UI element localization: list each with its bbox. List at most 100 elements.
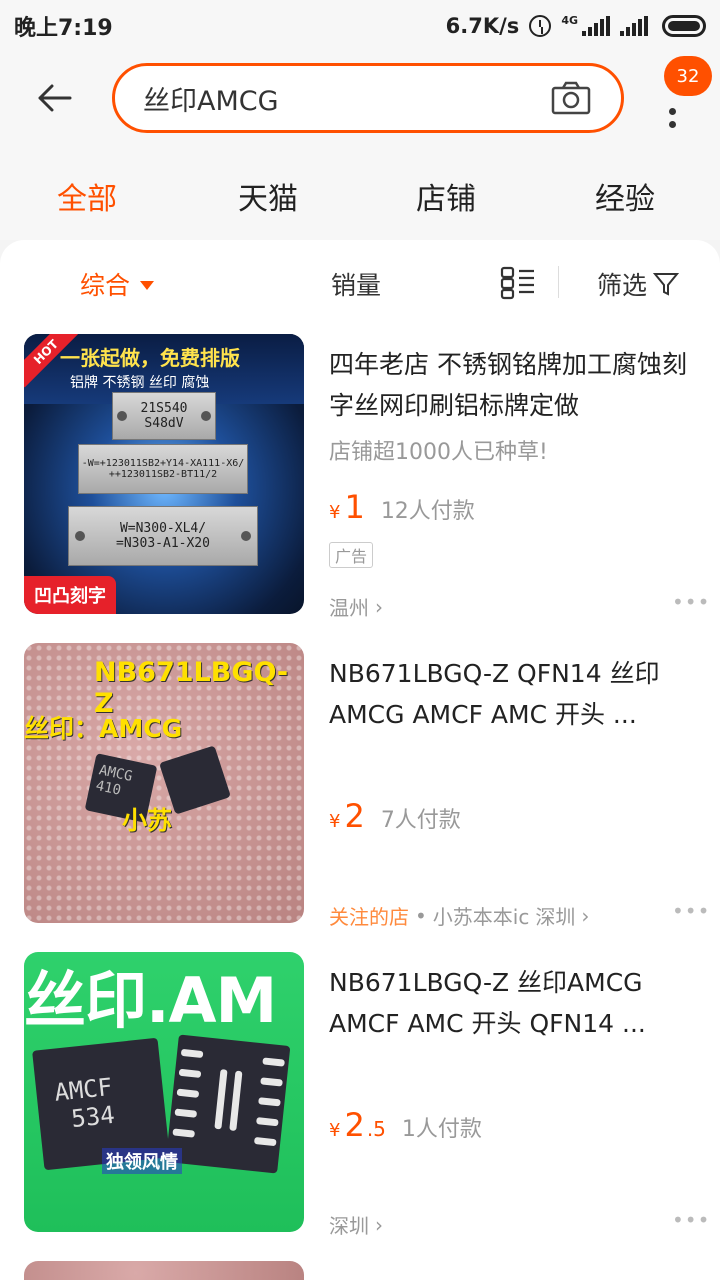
currency-symbol: ¥	[329, 502, 341, 523]
search-header: 丝印AMCG 32	[0, 52, 720, 150]
plate-text: 21S540	[140, 401, 188, 416]
product-price: ¥ 2 7人付款	[329, 797, 461, 835]
screw-hole-icon	[241, 531, 251, 541]
chevron-right-icon: ›	[581, 903, 590, 928]
image-corner-tag: 凹凸刻字	[24, 576, 116, 614]
product-highlight: 店铺超1000人已种草!	[329, 440, 548, 465]
currency-symbol: ¥	[329, 1120, 341, 1141]
tab-shops[interactable]: 店铺	[416, 174, 476, 218]
chip-pad	[229, 1070, 243, 1132]
chevron-right-icon: ›	[375, 594, 383, 619]
ad-badge: 广告	[329, 542, 373, 568]
chip-pad	[174, 1108, 198, 1118]
product-image[interactable]: NB671LBGQ-Z 丝印：AMCG AMCG 410 小苏	[24, 643, 304, 923]
chip-pad	[172, 1128, 196, 1138]
image-watermark: 独领风情	[102, 1148, 182, 1174]
product-image-partial[interactable]	[24, 1261, 304, 1280]
chip-pad	[180, 1048, 204, 1059]
paid-count: 1人付款	[401, 1117, 482, 1142]
shop-name: 小苏本本ic	[432, 905, 530, 929]
screw-hole-icon	[117, 411, 127, 421]
shop-location[interactable]: 关注的店 • 小苏本本ic 深圳 ›	[329, 901, 589, 930]
followed-shop-tag: 关注的店	[329, 905, 409, 929]
chip-pad	[253, 1136, 277, 1147]
sort-divider	[558, 266, 559, 298]
more-actions-icon[interactable]: •••	[672, 899, 710, 923]
product-price: ¥ 2 .5 1人付款	[329, 1106, 482, 1144]
plate-text: W=N300-XL4/	[119, 521, 207, 536]
product-card[interactable]: 一张起做，免费排版 铝牌 不锈钢 丝印 腐蚀 HOT 21S540 S48dV …	[0, 334, 720, 643]
chip-pad	[262, 1057, 285, 1067]
chip-pad	[258, 1097, 281, 1107]
paid-count: 7人付款	[380, 808, 461, 833]
list-layout-icon[interactable]	[500, 266, 536, 300]
status-time: 晚上7:19	[14, 16, 113, 41]
paid-count: 12人付款	[380, 499, 475, 524]
more-dot-icon	[668, 108, 676, 115]
chevron-right-icon: ›	[375, 1212, 383, 1237]
filter-icon	[653, 273, 680, 296]
network-type: 4G	[561, 13, 578, 27]
filter-label: 筛选	[597, 271, 648, 300]
plate-large: W=N300-XL4/ =N303-A1-X20	[68, 506, 258, 566]
chip-pad	[260, 1077, 283, 1087]
status-icons: 6.7K/s 4G	[446, 14, 706, 38]
banner-headline: 一张起做，免费排版	[60, 346, 240, 370]
plate-text: =N303-A1-X20	[116, 536, 210, 551]
camera-search-button[interactable]	[551, 78, 591, 118]
signal-icon	[582, 16, 610, 36]
message-count-badge[interactable]: 32	[664, 56, 712, 96]
product-card[interactable]: 丝印.AM AMCF 534 独领风情 NB671LBGQ-Z 丝印AMCG A…	[0, 952, 720, 1261]
plate-medium: -W=+123011SB2+Y14-XA111-X6/ ++123011SB2-…	[78, 444, 248, 494]
sort-sales-label: 销量	[331, 271, 382, 300]
tab-experience[interactable]: 经验	[595, 174, 655, 218]
location-text: 温州	[329, 596, 369, 620]
more-actions-icon[interactable]: •••	[672, 590, 710, 614]
plate-text: -W=+123011SB2+Y14-XA111-X6/	[81, 458, 245, 469]
image-mark-label: 丝印.AM	[24, 964, 277, 1037]
dropdown-caret-icon	[140, 280, 155, 290]
product-title[interactable]: 四年老店 不锈钢铭牌加工腐蚀刻字丝网印刷铝标牌定做	[329, 344, 689, 426]
price-value: 2	[344, 797, 365, 835]
search-tabs: 全部 天猫 店铺 经验	[0, 150, 720, 240]
chip-pad	[178, 1068, 202, 1078]
separator-dot: •	[415, 903, 427, 928]
shop-location[interactable]: 深圳 ›	[329, 1210, 383, 1239]
camera-icon	[551, 81, 591, 115]
battery-icon	[662, 15, 706, 37]
product-image[interactable]: 一张起做，免费排版 铝牌 不锈钢 丝印 腐蚀 HOT 21S540 S48dV …	[24, 334, 304, 614]
plate-text: S48dV	[144, 416, 184, 431]
shop-location[interactable]: 温州 ›	[329, 592, 383, 621]
product-price: ¥ 1 12人付款	[329, 488, 475, 526]
price-decimal: .5	[366, 1117, 386, 1141]
back-button[interactable]	[30, 76, 80, 120]
sort-comprehensive-label: 综合	[80, 271, 131, 300]
chip-pad	[214, 1069, 228, 1130]
sort-sales[interactable]: 销量	[331, 266, 381, 302]
product-title[interactable]: NB671LBGQ-Z 丝印AMCG AMCF AMC 开头 QFN14 ...	[329, 962, 689, 1044]
results-panel: 综合 销量 筛选 一张起做，免费排版 铝牌 不锈钢 丝印 腐蚀 HOT 21S5…	[0, 240, 720, 1280]
chip-image	[165, 1034, 291, 1174]
product-title[interactable]: NB671LBGQ-Z QFN14 丝印AMCG AMCF AMC 开头 ...	[329, 653, 689, 735]
plate-text: ++123011SB2-BT11/2	[108, 469, 218, 480]
sort-bar: 综合 销量 筛选	[0, 240, 720, 328]
tab-tmall[interactable]: 天猫	[238, 174, 298, 218]
more-actions-icon[interactable]: •••	[672, 1208, 710, 1232]
screw-hole-icon	[75, 531, 85, 541]
banner-subline: 铝牌 不锈钢 丝印 腐蚀	[70, 375, 210, 391]
status-bar: 晚上7:19 6.7K/s 4G	[0, 0, 720, 52]
product-card[interactable]: NB671LBGQ-Z 丝印：AMCG AMCG 410 小苏 NB671LBG…	[0, 643, 720, 952]
more-dot-icon	[668, 121, 676, 128]
price-value: 2	[344, 1106, 365, 1144]
price-value: 1	[344, 488, 365, 526]
tab-all[interactable]: 全部	[57, 174, 117, 218]
image-mark-label: 丝印：AMCG	[24, 714, 183, 743]
sort-comprehensive[interactable]: 综合	[80, 266, 155, 302]
alarm-icon	[529, 15, 552, 37]
product-image[interactable]: 丝印.AM AMCF 534 独领风情	[24, 952, 304, 1232]
search-input[interactable]: 丝印AMCG	[112, 63, 624, 133]
location-text: 深圳	[329, 1214, 369, 1238]
filter-button[interactable]: 筛选	[597, 266, 680, 302]
chip-pad	[256, 1117, 279, 1127]
network-speed: 6.7K/s	[445, 14, 520, 38]
